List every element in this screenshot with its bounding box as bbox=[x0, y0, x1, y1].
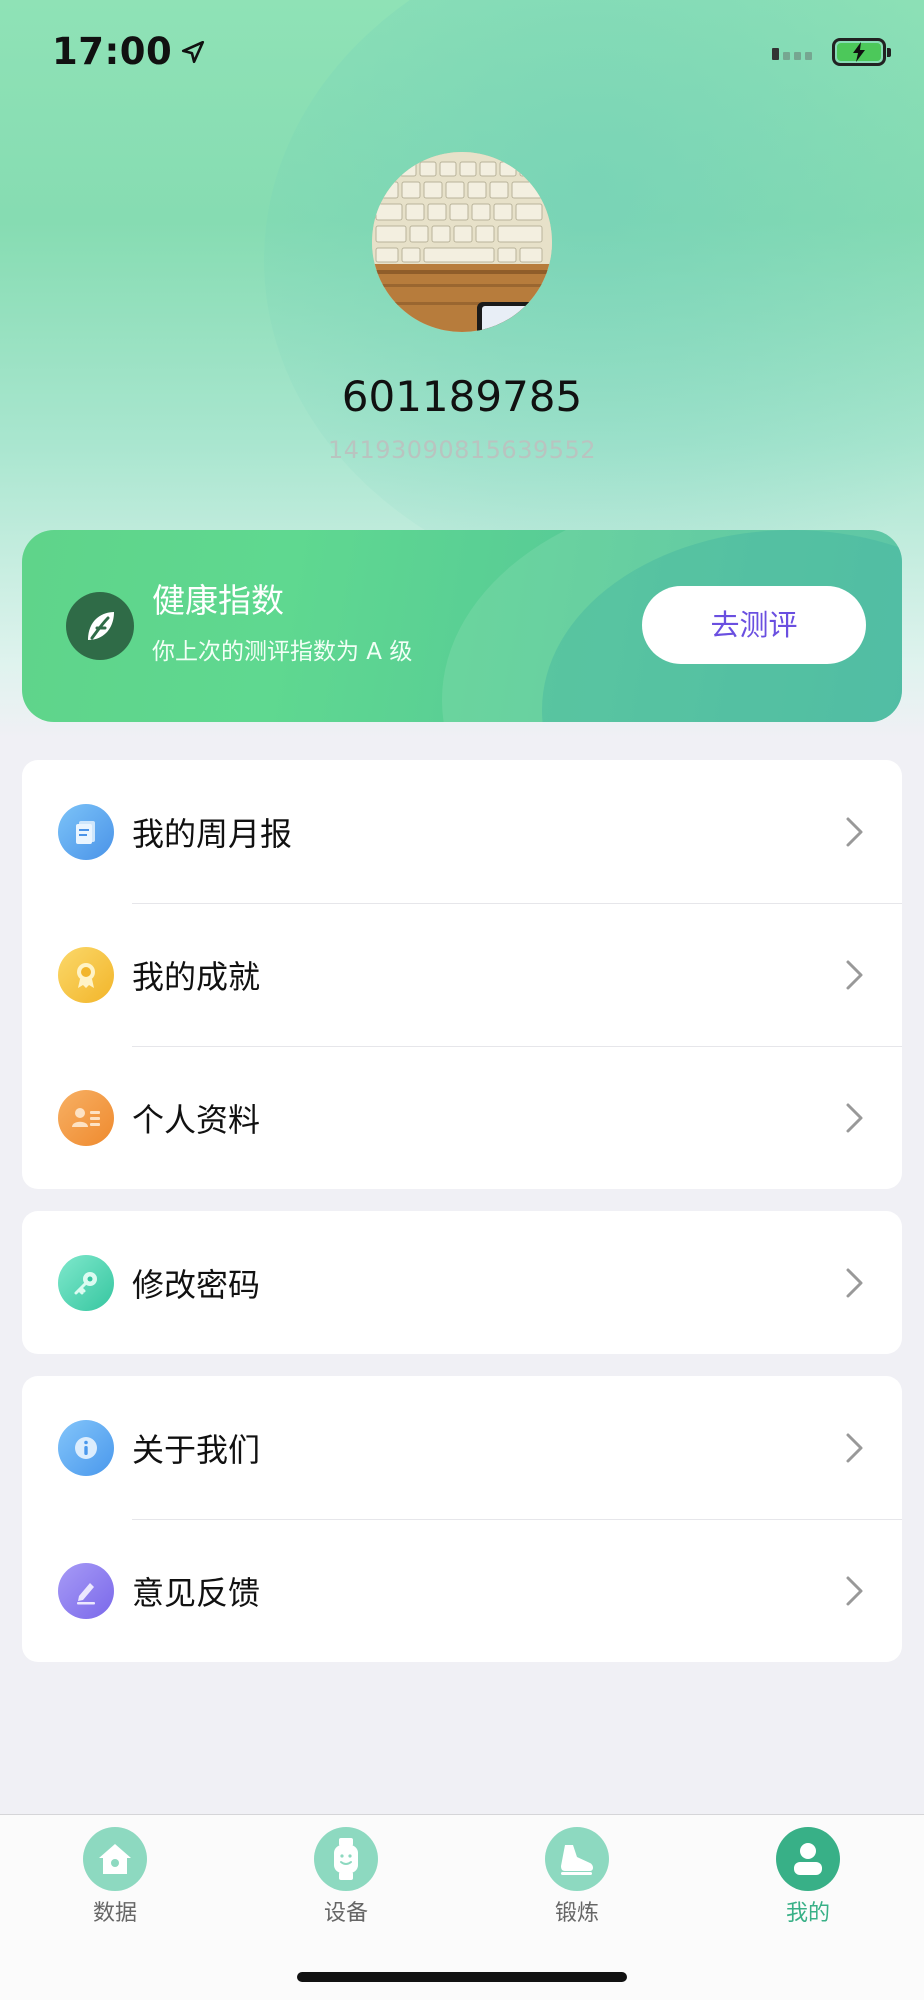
home-indicator[interactable] bbox=[297, 1972, 627, 1982]
tab-label: 设备 bbox=[323, 1901, 368, 1926]
menu-item-label: 修改密码 bbox=[132, 1265, 261, 1304]
menu-item-label: 我的周月报 bbox=[132, 814, 293, 853]
chevron-right-icon bbox=[846, 960, 863, 989]
menu-group-security: 修改密码 bbox=[22, 1211, 902, 1354]
tab-data[interactable]: 数据 bbox=[45, 1827, 185, 1927]
tab-exercise[interactable]: 锻炼 bbox=[507, 1827, 647, 1927]
report-icon bbox=[58, 803, 114, 860]
tab-mine[interactable]: 我的 bbox=[738, 1827, 878, 1927]
menu-item-achievements[interactable]: 我的成就 bbox=[22, 903, 902, 1046]
menu-item-label: 个人资料 bbox=[132, 1100, 261, 1139]
menu-item-label: 意见反馈 bbox=[132, 1573, 261, 1612]
menu-item-change-password[interactable]: 修改密码 bbox=[22, 1211, 902, 1354]
avatar[interactable] bbox=[372, 152, 552, 332]
tab-devices[interactable]: 设备 bbox=[276, 1827, 416, 1927]
signal-icon bbox=[772, 44, 812, 60]
user-id: 14193090815639552 bbox=[327, 436, 597, 464]
status-indicators bbox=[772, 38, 891, 66]
health-index-title: 健康指数 bbox=[152, 581, 284, 620]
menu-item-personal-info[interactable]: 个人资料 bbox=[22, 1046, 902, 1189]
tab-label: 数据 bbox=[92, 1901, 137, 1926]
watch-icon bbox=[314, 1827, 378, 1891]
username: 601189785 bbox=[341, 372, 583, 421]
location-arrow-icon bbox=[182, 40, 205, 63]
menu-item-feedback[interactable]: 意见反馈 bbox=[22, 1519, 902, 1662]
menu-item-label: 我的成就 bbox=[132, 957, 261, 996]
menu-group-reports: 我的周月报 我的成就 个人资料 bbox=[22, 760, 902, 1189]
chevron-right-icon bbox=[846, 1103, 863, 1132]
feedback-pen-icon bbox=[58, 1562, 114, 1619]
tab-label: 我的 bbox=[785, 1901, 830, 1926]
battery-charging-icon bbox=[832, 38, 891, 66]
user-icon bbox=[776, 1827, 840, 1891]
menu-item-label: 关于我们 bbox=[132, 1430, 261, 1469]
profile-card-icon bbox=[58, 1089, 114, 1146]
medal-icon bbox=[58, 946, 114, 1003]
menu-item-about-us[interactable]: 关于我们 bbox=[22, 1376, 902, 1519]
health-index-card[interactable]: 健康指数 你上次的测评指数为 A 级 去测评 bbox=[22, 530, 902, 722]
chevron-right-icon bbox=[846, 1268, 863, 1297]
info-icon bbox=[58, 1419, 114, 1476]
shoe-icon bbox=[545, 1827, 609, 1891]
menu-item-weekly-monthly-report[interactable]: 我的周月报 bbox=[22, 760, 902, 903]
leaf-icon bbox=[66, 592, 134, 660]
health-index-subtitle: 你上次的测评指数为 A 级 bbox=[152, 639, 413, 665]
status-time: 17:00 bbox=[52, 30, 206, 73]
chevron-right-icon bbox=[846, 1433, 863, 1462]
home-icon bbox=[83, 1827, 147, 1891]
start-evaluation-button[interactable]: 去测评 bbox=[642, 586, 866, 664]
menu-group-about: 关于我们 意见反馈 bbox=[22, 1376, 902, 1662]
chevron-right-icon bbox=[846, 817, 863, 846]
key-icon bbox=[58, 1254, 114, 1311]
tab-label: 锻炼 bbox=[554, 1901, 599, 1926]
chevron-right-icon bbox=[846, 1576, 863, 1605]
